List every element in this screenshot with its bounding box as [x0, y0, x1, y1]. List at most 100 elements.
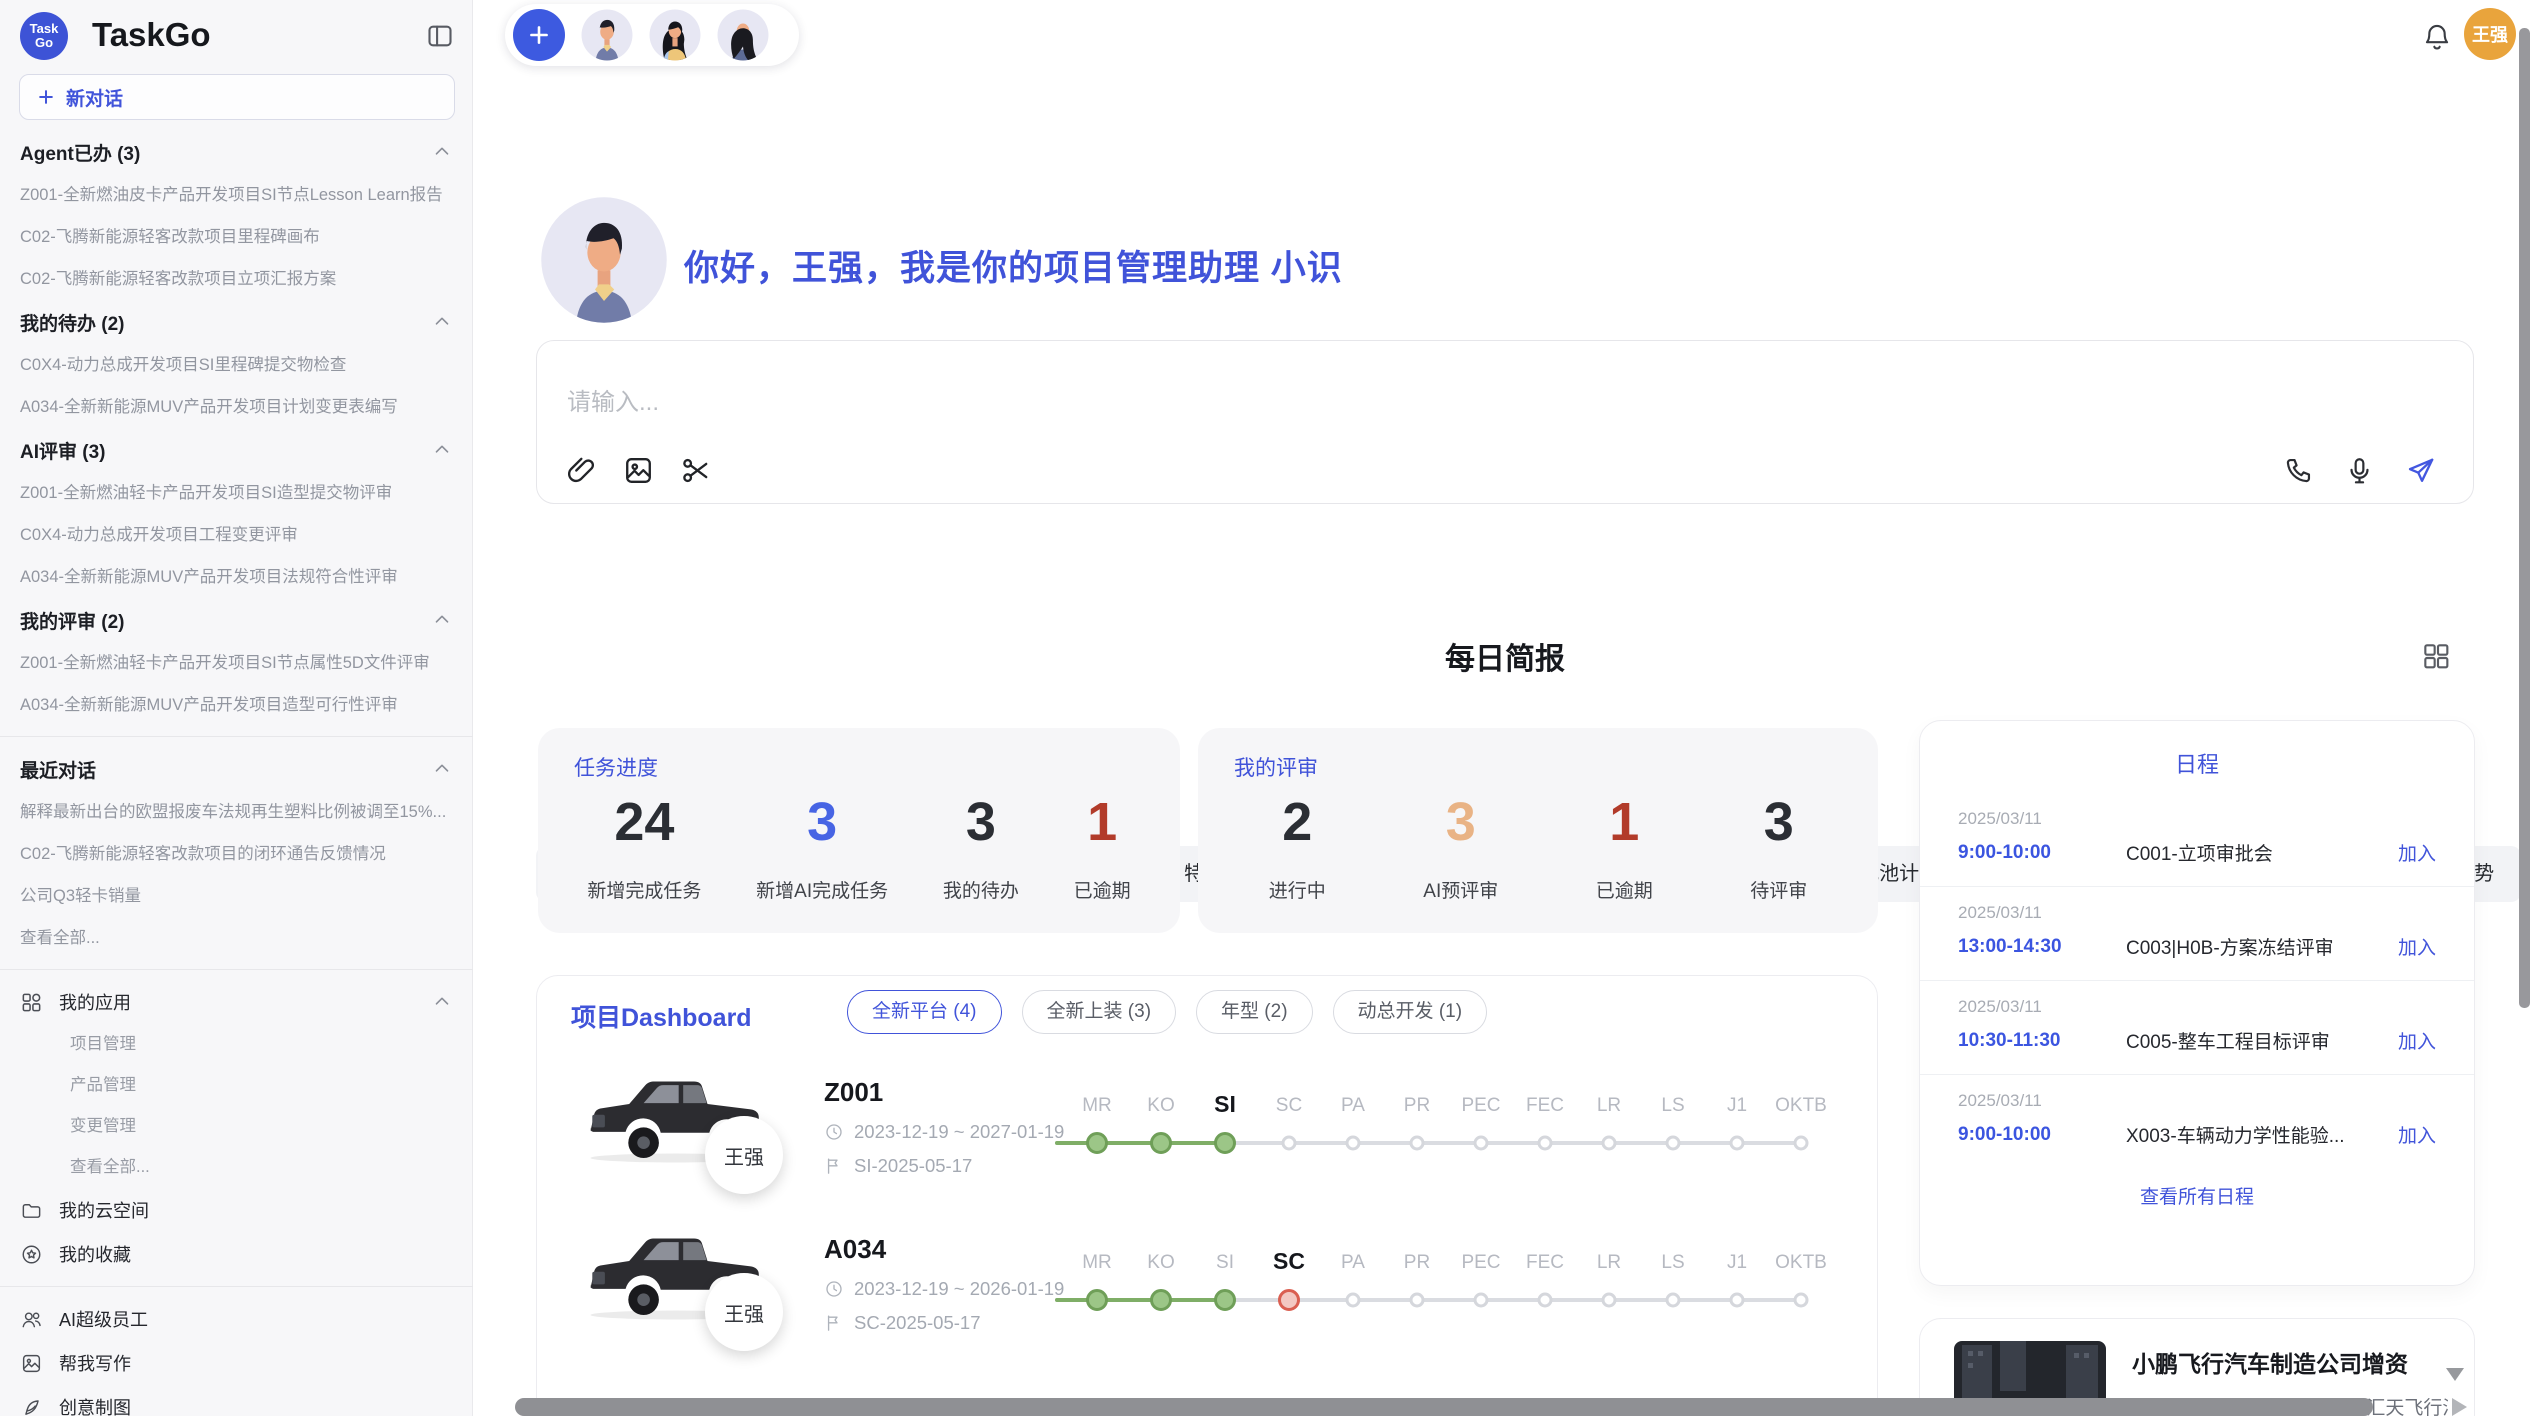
briefing-layout-icon[interactable] [2420, 640, 2452, 672]
schedule-item[interactable]: 2025/03/119:00-10:00C001-立项审批会加入 [1920, 793, 2474, 887]
chevron-up-icon[interactable] [431, 991, 453, 1013]
project-owner-badge[interactable]: 王强 [705, 1273, 783, 1351]
milestone-dot-pa[interactable] [1346, 1293, 1361, 1308]
chevron-up-icon[interactable] [431, 758, 453, 780]
new-chat-button[interactable]: 新对话 [19, 74, 455, 120]
milestone-dot-sc[interactable] [1282, 1136, 1297, 1151]
milestone-dot-ls[interactable] [1666, 1293, 1681, 1308]
dashboard-tab[interactable]: 全新上装 (3) [1022, 990, 1177, 1034]
user-avatar[interactable]: 王强 [2464, 8, 2516, 60]
view-all-schedule-link[interactable]: 查看所有日程 [1920, 1182, 2474, 1209]
man-avatar[interactable] [581, 9, 633, 61]
horizontal-scrollbar-thumb[interactable] [515, 1398, 2373, 1416]
image-upload-icon[interactable] [622, 454, 655, 487]
dashboard-tab[interactable]: 年型 (2) [1196, 990, 1313, 1034]
milestone-dot-ls[interactable] [1666, 1136, 1681, 1151]
screenshot-scissors-icon[interactable] [679, 454, 712, 487]
dashboard-tab[interactable]: 全新平台 (4) [847, 990, 1002, 1034]
milestone-dot-lr[interactable] [1602, 1136, 1617, 1151]
dashboard-tab[interactable]: 动总开发 (1) [1333, 990, 1488, 1034]
sidebar-section-header[interactable]: 我的待办 (2) [0, 300, 473, 344]
attachment-icon[interactable] [565, 454, 598, 487]
milestone-dot-mr[interactable] [1086, 1289, 1108, 1311]
sidebar-item-my-apps[interactable]: 我的应用 [0, 980, 473, 1024]
milestone-dot-j1[interactable] [1730, 1293, 1745, 1308]
sidebar-item-favorites[interactable]: 我的收藏 [0, 1232, 473, 1276]
send-icon[interactable] [2404, 454, 2437, 487]
milestone-dot-si[interactable] [1214, 1289, 1236, 1311]
stat-item[interactable]: 2进行中 [1269, 792, 1326, 903]
milestone-dot-pa[interactable] [1346, 1136, 1361, 1151]
join-link[interactable]: 加入 [2398, 1121, 2436, 1148]
stat-item[interactable]: 1已逾期 [1596, 792, 1653, 903]
app-sub-item[interactable]: 变更管理 [0, 1106, 473, 1147]
app-sub-item[interactable]: 项目管理 [0, 1024, 473, 1065]
stat-item[interactable]: 1已逾期 [1074, 792, 1131, 903]
join-link[interactable]: 加入 [2398, 839, 2436, 866]
sidebar-section-header[interactable]: AI评审 (3) [0, 428, 473, 472]
scroll-right-arrow-icon[interactable] [2452, 1398, 2467, 1416]
sidebar-tool-feather[interactable]: 创意制图 [0, 1385, 473, 1416]
stat-item[interactable]: 3AI预评审 [1423, 792, 1498, 903]
milestone-dot-si[interactable] [1214, 1132, 1236, 1154]
sidebar-tool-image[interactable]: 帮我写作 [0, 1341, 473, 1385]
sidebar-item[interactable]: Z001-全新燃油轻卡产品开发项目SI造型提交物评审 [0, 472, 473, 514]
milestone-dot-oktb[interactable] [1794, 1136, 1809, 1151]
milestone-dot-ko[interactable] [1150, 1132, 1172, 1154]
sidebar-item[interactable]: A034-全新新能源MUV产品开发项目法规符合性评审 [0, 556, 473, 598]
milestone-dot-mr[interactable] [1086, 1132, 1108, 1154]
milestone-dot-j1[interactable] [1730, 1136, 1745, 1151]
milestone-dot-fec[interactable] [1538, 1293, 1553, 1308]
scroll-down-arrow-icon[interactable] [2446, 1368, 2464, 1381]
milestone-dot-oktb[interactable] [1794, 1293, 1809, 1308]
sidebar-item-cloud-space[interactable]: 我的云空间 [0, 1188, 473, 1232]
milestone-dot-pr[interactable] [1410, 1136, 1425, 1151]
woman-long-hair-avatar[interactable] [649, 9, 701, 61]
join-link[interactable]: 加入 [2398, 1027, 2436, 1054]
app-sub-item[interactable]: 产品管理 [0, 1065, 473, 1106]
chevron-up-icon[interactable] [431, 311, 453, 333]
sidebar-item[interactable]: A034-全新新能源MUV产品开发项目造型可行性评审 [0, 684, 473, 726]
milestone-dot-pec[interactable] [1474, 1136, 1489, 1151]
recent-chat-item[interactable]: 查看全部... [0, 917, 473, 959]
vertical-scrollbar-thumb[interactable] [2519, 28, 2530, 1008]
sidebar-collapse-icon[interactable] [426, 22, 454, 50]
schedule-item[interactable]: 2025/03/1110:30-11:30C005-整车工程目标评审加入 [1920, 981, 2474, 1075]
milestone-dot-pec[interactable] [1474, 1293, 1489, 1308]
stat-item[interactable]: 3新增AI完成任务 [756, 792, 888, 903]
stat-item[interactable]: 3待评审 [1750, 792, 1807, 903]
chevron-up-icon[interactable] [431, 439, 453, 461]
project-row[interactable]: 王强A0342023-12-19 ~ 2026-01-19SC-2025-05-… [577, 1216, 1867, 1374]
sidebar-tool-people[interactable]: AI超级员工 [0, 1297, 473, 1341]
milestone-dot-ko[interactable] [1150, 1289, 1172, 1311]
recent-chats-header[interactable]: 最近对话 [0, 747, 473, 791]
app-sub-item[interactable]: 查看全部... [0, 1147, 473, 1188]
stat-item[interactable]: 3我的待办 [943, 792, 1019, 903]
milestone-dot-pr[interactable] [1410, 1293, 1425, 1308]
join-link[interactable]: 加入 [2398, 933, 2436, 960]
stat-item[interactable]: 24新增完成任务 [587, 792, 701, 903]
milestone-dot-sc[interactable] [1278, 1289, 1300, 1311]
sidebar-item[interactable]: A034-全新新能源MUV产品开发项目计划变更表编写 [0, 386, 473, 428]
milestone-dot-fec[interactable] [1538, 1136, 1553, 1151]
sidebar-item[interactable]: C0X4-动力总成开发项目SI里程碑提交物检查 [0, 344, 473, 386]
schedule-item[interactable]: 2025/03/1113:00-14:30C003|H0B-方案冻结评审加入 [1920, 887, 2474, 981]
recent-chat-item[interactable]: 公司Q3轻卡销量 [0, 875, 473, 917]
notification-bell-icon[interactable] [2420, 20, 2454, 54]
woman-dark-top-avatar[interactable] [717, 9, 769, 61]
sidebar-section-header[interactable]: 我的评审 (2) [0, 598, 473, 642]
sidebar-item[interactable]: C02-飞腾新能源轻客改款项目立项汇报方案 [0, 258, 473, 300]
project-row[interactable]: 王强Z0012023-12-19 ~ 2027-01-19SI-2025-05-… [577, 1059, 1867, 1217]
milestone-dot-lr[interactable] [1602, 1293, 1617, 1308]
sidebar-scroll-area[interactable]: Agent已办 (3)Z001-全新燃油皮卡产品开发项目SI节点Lesson L… [0, 130, 473, 1416]
chevron-up-icon[interactable] [431, 141, 453, 163]
sidebar-section-header[interactable]: Agent已办 (3) [0, 130, 473, 174]
sidebar-item[interactable]: Z001-全新燃油轻卡产品开发项目SI节点属性5D文件评审 [0, 642, 473, 684]
project-owner-badge[interactable]: 王强 [705, 1116, 783, 1194]
chevron-up-icon[interactable] [431, 609, 453, 631]
recent-chat-item[interactable]: C02-飞腾新能源轻客改款项目的闭环通告反馈情况 [0, 833, 473, 875]
microphone-icon[interactable] [2343, 454, 2376, 487]
sidebar-item[interactable]: C02-飞腾新能源轻客改款项目里程碑画布 [0, 216, 473, 258]
schedule-item[interactable]: 2025/03/119:00-10:00X003-车辆动力学性能验...加入 [1920, 1075, 2474, 1168]
sidebar-item[interactable]: C0X4-动力总成开发项目工程变更评审 [0, 514, 473, 556]
